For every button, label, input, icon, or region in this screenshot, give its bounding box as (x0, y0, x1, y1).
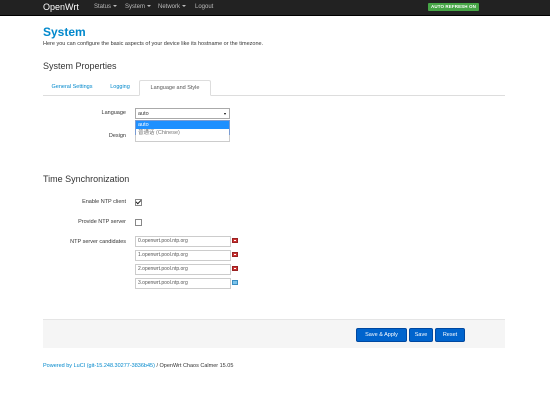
ntp-servers-label: NTP server candidates (70, 239, 126, 245)
tab-bar: General Settings Logging Language and St… (43, 80, 505, 96)
logout-link[interactable]: Logout (195, 3, 213, 11)
ntp-server-input[interactable]: 1.openwrt.pool.ntp.org (135, 250, 231, 261)
reset-button[interactable]: Reset (435, 328, 465, 342)
remove-entry-icon[interactable] (232, 238, 238, 243)
footer: Powered by LuCI (git-15.248.30277-3836b4… (43, 363, 233, 370)
provide-ntp-checkbox[interactable] (135, 219, 142, 226)
remove-entry-icon[interactable] (232, 266, 238, 271)
page-title: System (43, 25, 86, 39)
autorefresh-badge[interactable]: AUTO REFRESH ON (428, 3, 479, 11)
menu-network[interactable]: Network (158, 3, 187, 11)
language-label: Language (101, 110, 126, 116)
dropdown-arrow-icon (224, 113, 226, 115)
footer-version: / OpenWrt Chaos Calmer 15.05 (154, 363, 234, 369)
language-option-auto[interactable]: auto (136, 121, 229, 129)
language-select[interactable]: auto (135, 108, 230, 119)
chevron-down-icon (147, 5, 152, 8)
tab-general-settings[interactable]: General Settings (43, 80, 101, 94)
enable-ntp-label: Enable NTP client (82, 199, 126, 205)
tab-logging[interactable]: Logging (101, 80, 139, 94)
save-button[interactable]: Save (409, 328, 433, 342)
ntp-server-input[interactable]: 3.openwrt.pool.ntp.org (135, 278, 231, 289)
form-actions: Save & Apply Save Reset (43, 319, 505, 348)
ntp-server-input[interactable]: 2.openwrt.pool.ntp.org (135, 264, 231, 275)
tab-language-and-style[interactable]: Language and Style (139, 80, 211, 96)
luci-link[interactable]: Powered by LuCI (git-15.248.30277-3836b4… (43, 363, 155, 369)
design-label: Design (108, 133, 126, 139)
add-entry-icon[interactable] (232, 280, 238, 285)
top-navbar: OpenWrt Status System Network Logout AUT… (0, 0, 550, 16)
remove-entry-icon[interactable] (232, 252, 238, 257)
chevron-down-icon (182, 5, 187, 8)
section-title-time-sync: Time Synchronization (43, 174, 130, 184)
menu-system[interactable]: System (125, 3, 152, 11)
design-select[interactable] (135, 135, 230, 142)
save-and-apply-button[interactable]: Save & Apply (356, 328, 407, 342)
language-selected-value: auto (138, 111, 149, 117)
provide-ntp-label: Provide NTP server (78, 219, 126, 225)
enable-ntp-checkbox[interactable] (135, 199, 142, 206)
chevron-down-icon (113, 5, 118, 8)
brand-logo[interactable]: OpenWrt (43, 1, 79, 13)
menu-status[interactable]: Status (94, 3, 118, 11)
page-description: Here you can configure the basic aspects… (43, 41, 264, 47)
section-title-system-properties: System Properties (43, 61, 117, 71)
ntp-server-input[interactable]: 0.openwrt.pool.ntp.org (135, 236, 231, 247)
